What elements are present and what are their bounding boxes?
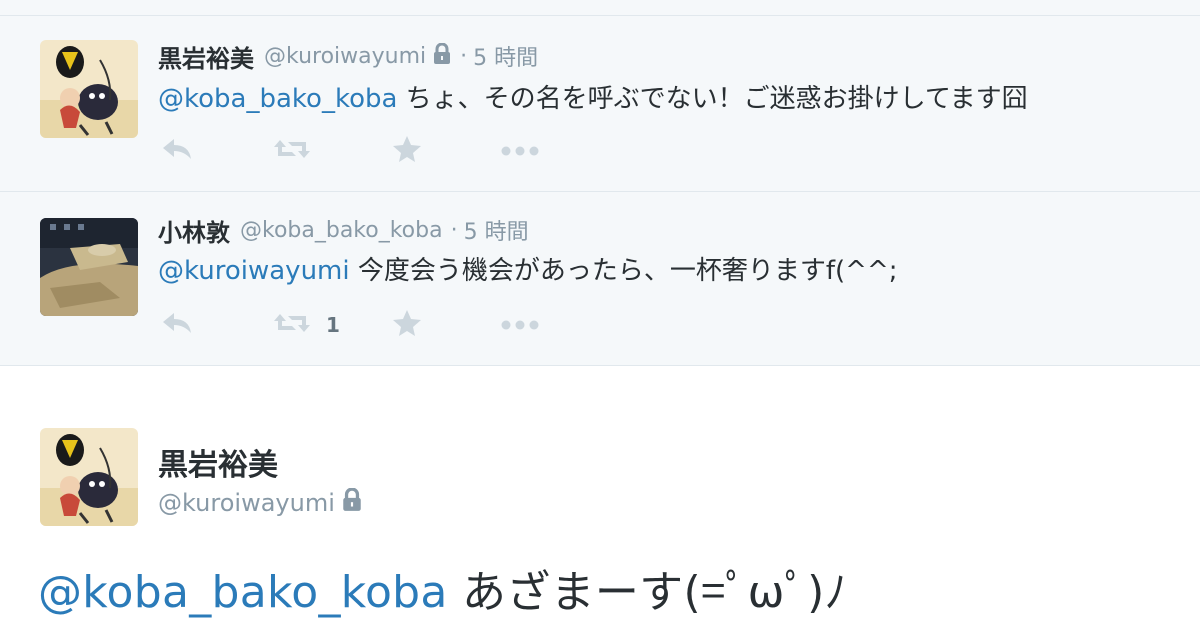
tweet-text: @kuroiwayumi 今度会う機会があったら、一杯奢りますf(^^; [158, 250, 898, 287]
thread-tweet[interactable]: 小林敦 @koba_bako_koba · 5 時間 @kuroiwayumi … [0, 192, 1200, 366]
favorite-icon [392, 135, 422, 167]
lock-icon [432, 42, 452, 69]
thread-tweet[interactable]: 黒岩裕美 @kuroiwayumi · 5 時間 @koba_bako_koba… [0, 16, 1200, 192]
username-row: @kuroiwayumi [158, 487, 363, 518]
fullname[interactable]: 小林敦 [158, 213, 230, 248]
fullname[interactable]: 黒岩裕美 [158, 440, 278, 484]
tweet-header: 黒岩裕美 @kuroiwayumi · 5 時間 [158, 39, 538, 74]
favorite-icon [392, 309, 422, 341]
avatar[interactable] [40, 40, 138, 138]
more-icon [500, 142, 540, 161]
retweet-button[interactable] [272, 134, 326, 168]
more-icon [500, 316, 540, 335]
tweet-actions [160, 134, 560, 168]
retweet-icon [272, 136, 312, 166]
mention-link[interactable]: @koba_bako_koba [38, 567, 448, 618]
timestamp[interactable]: 5 時間 [464, 214, 529, 246]
more-button[interactable] [500, 134, 540, 168]
reply-icon [160, 310, 194, 340]
reply-icon [160, 136, 194, 166]
username[interactable]: @koba_bako_koba [240, 218, 443, 243]
permalink-tweet: 黒岩裕美 @kuroiwayumi @koba_bako_koba あざまーす(… [0, 366, 1200, 630]
fullname[interactable]: 黒岩裕美 [158, 39, 254, 74]
reply-button[interactable] [160, 308, 194, 342]
tweet-body: 今度会う機会があったら、一杯奢りますf(^^; [349, 256, 898, 286]
mention-link[interactable]: @kuroiwayumi [158, 256, 350, 286]
username[interactable]: @kuroiwayumi [264, 44, 426, 69]
tweet-text: @koba_bako_koba あざまーす(=ﾟωﾟ)ﾉ [38, 556, 847, 620]
favorite-button[interactable] [392, 134, 422, 168]
tweet-body: ちょ、その名を呼ぶでない！ご迷惑お掛けしてます囧 [397, 84, 1028, 114]
favorite-button[interactable] [392, 308, 422, 342]
tweet-actions: 1 [160, 308, 560, 342]
username[interactable]: @kuroiwayumi [158, 489, 335, 517]
lock-icon [341, 487, 363, 518]
tweet-body: あざまーす(=ﾟωﾟ)ﾉ [447, 567, 847, 618]
tweet-header: 小林敦 @koba_bako_koba · 5 時間 [158, 213, 529, 248]
more-button[interactable] [500, 308, 540, 342]
retweet-count: 1 [326, 313, 340, 337]
mention-link[interactable]: @koba_bako_koba [158, 84, 397, 114]
retweet-icon [272, 310, 312, 340]
timestamp[interactable]: 5 時間 [473, 40, 538, 72]
separator: · [460, 43, 468, 69]
top-divider [0, 0, 1200, 16]
retweet-button[interactable]: 1 [272, 308, 340, 342]
avatar[interactable] [40, 218, 138, 316]
avatar[interactable] [40, 428, 138, 526]
reply-button[interactable] [160, 134, 194, 168]
separator: · [450, 217, 458, 243]
tweet-text: @koba_bako_koba ちょ、その名を呼ぶでない！ご迷惑お掛けしてます囧 [158, 78, 1028, 115]
